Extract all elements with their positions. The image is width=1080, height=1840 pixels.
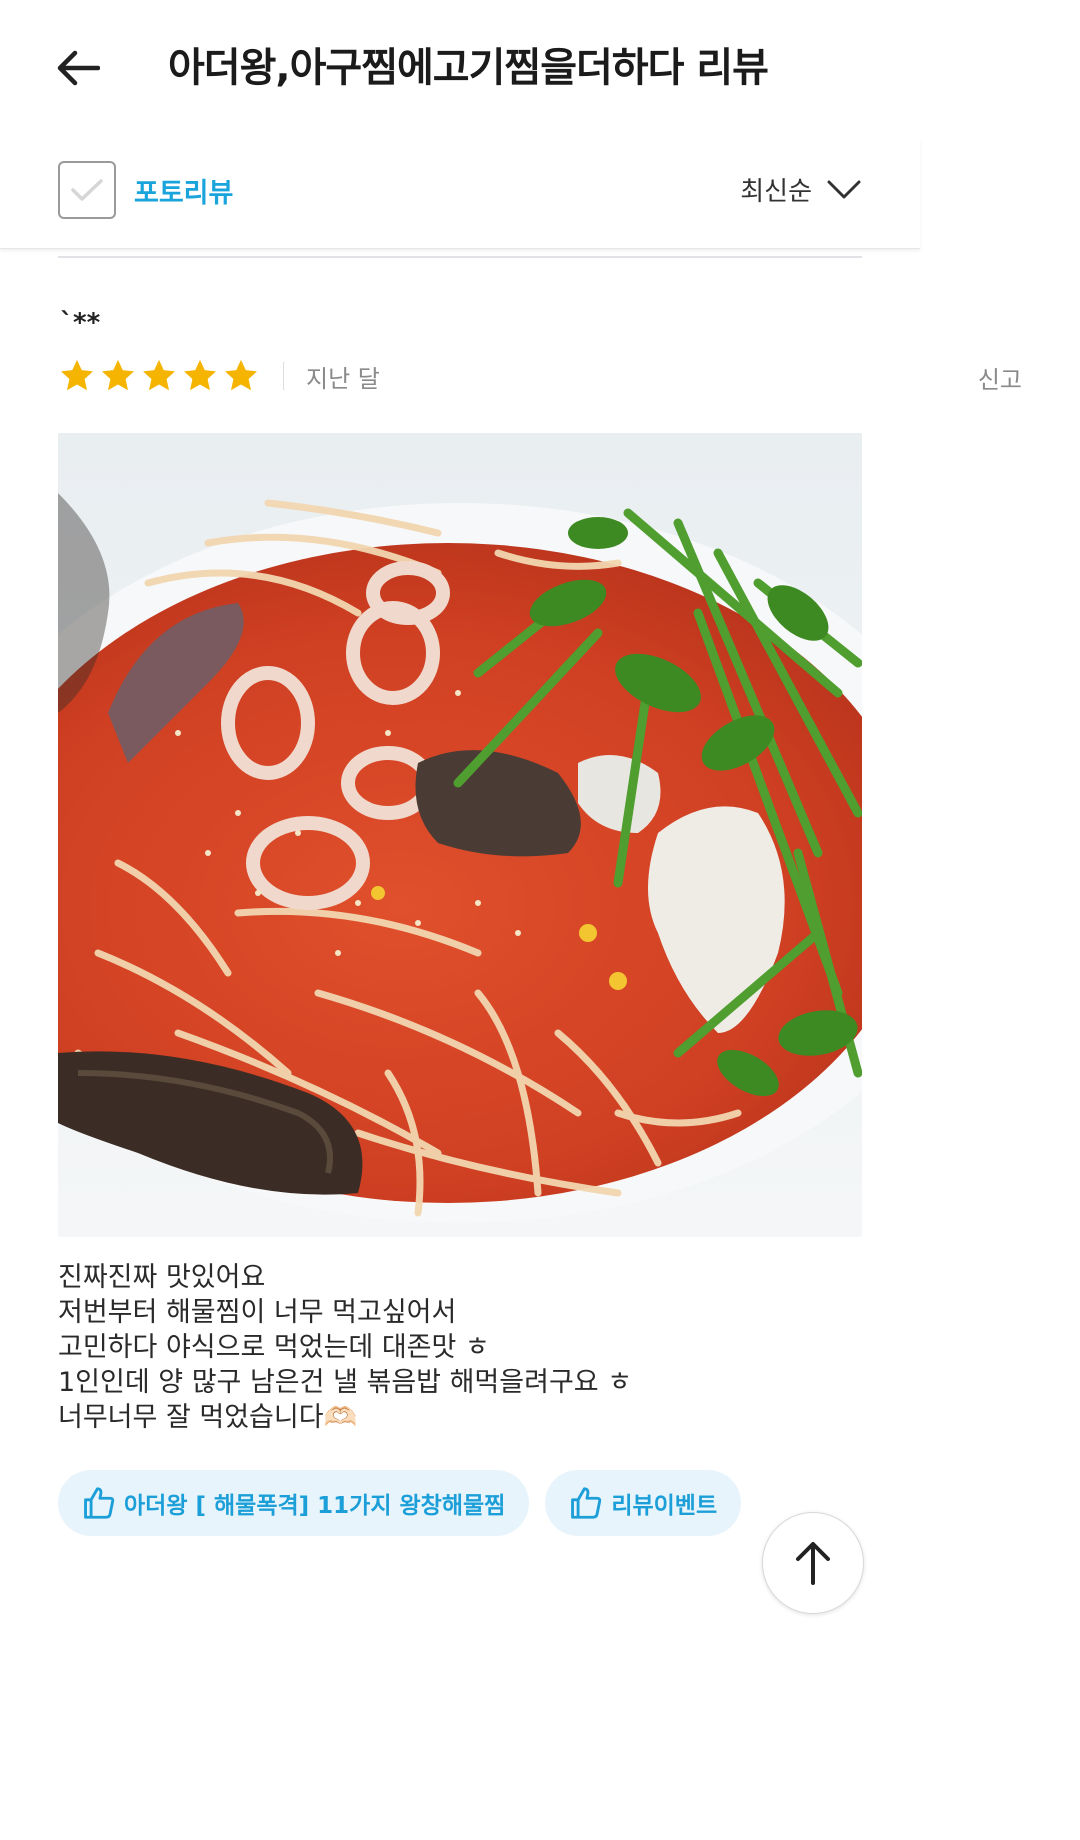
food-photo-illustration [58, 433, 862, 1237]
star-icon [143, 359, 175, 391]
star-icon [102, 359, 134, 391]
review-date: 지난 달 [306, 364, 380, 393]
thumbs-up-icon [84, 1487, 115, 1519]
back-button[interactable] [52, 40, 104, 96]
review-text-line: 너무너무 잘 먹었습니다🫶🏻 [58, 1402, 358, 1433]
header-bar: 아더왕,아구찜에고기찜을더하다 리뷰 [0, 0, 920, 138]
thumbs-up-icon [571, 1487, 602, 1519]
star-icon [184, 359, 216, 391]
menu-tag-label: 아더왕 [ 해물폭격] 11가지 왕창해물찜 [124, 1493, 506, 1519]
chevron-down-icon [827, 180, 861, 198]
photo-review-label: 포토리뷰 [134, 177, 234, 209]
filter-bar: 포토리뷰 최신순 [0, 138, 920, 249]
rating-row: 지난 달 [58, 356, 380, 396]
arrow-up-icon [796, 1542, 830, 1585]
sort-label: 최신순 [740, 177, 812, 207]
page-title: 아더왕,아구찜에고기찜을더하다 리뷰 [168, 45, 769, 91]
divider [58, 256, 862, 258]
photo-review-checkbox[interactable] [58, 161, 116, 219]
menu-tag-haemul[interactable]: 아더왕 [ 해물폭격] 11가지 왕창해물찜 [58, 1470, 530, 1536]
scroll-to-top-button[interactable] [762, 1512, 864, 1614]
review-text-line: 진짜진짜 맛있어요 [58, 1262, 266, 1293]
review-text: 진짜진짜 맛있어요 저번부터 해물찜이 너무 먹고싶어서 고민하다 야식으로 먹… [58, 1260, 862, 1435]
review-text-line: 저번부터 해물찜이 너무 먹고싶어서 [58, 1297, 457, 1328]
menu-tag-label: 리뷰이벤트 [611, 1493, 718, 1519]
star-icon [61, 359, 93, 391]
review-photo[interactable] [58, 433, 862, 1237]
photo-review-filter[interactable]: 포토리뷰 [58, 161, 233, 219]
arrow-left-icon [57, 50, 100, 86]
star-icon [225, 359, 257, 391]
review-text-line: 고민하다 야식으로 먹었는데 대존맛 ㅎ [58, 1332, 490, 1363]
check-icon [71, 179, 103, 201]
menu-tags: 아더왕 [ 해물폭격] 11가지 왕창해물찜 리뷰이벤트 [58, 1470, 757, 1536]
review-text-line: 1인인데 양 많구 남은건 낼 볶음밥 해먹을려구요 ㅎ [58, 1367, 633, 1398]
menu-tag-review-event[interactable]: 리뷰이벤트 [545, 1470, 742, 1536]
report-button[interactable]: 신고 [978, 360, 1022, 395]
rating-separator [283, 362, 284, 390]
reviewer-name: `** [60, 308, 101, 338]
sort-dropdown[interactable]: 최신순 [740, 171, 862, 208]
